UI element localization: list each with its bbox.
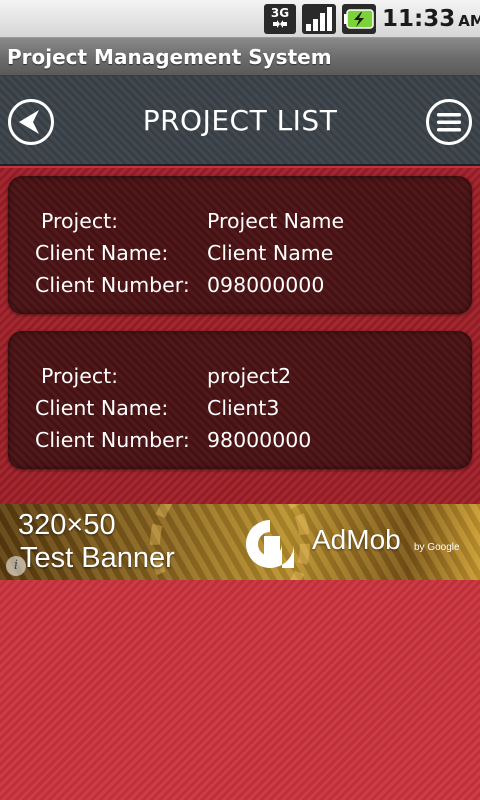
client-number-label: Client Number: (35, 273, 190, 297)
admob-logo-icon (246, 520, 294, 568)
signal-icon (302, 4, 336, 34)
clock-time: 11:33 (382, 6, 456, 32)
ad-test-banner-text: Test Banner (20, 542, 175, 574)
header-bar: PROJECT LIST (0, 76, 480, 166)
client-number-row: Client Number: 098000000 (8, 270, 472, 300)
ad-brand: AdMob (312, 524, 401, 555)
back-button[interactable] (8, 99, 54, 145)
project-label: Project: (41, 209, 119, 233)
app-title: Project Management System (7, 45, 332, 69)
client-name-label: Client Name: (35, 241, 169, 265)
menu-button[interactable] (426, 99, 472, 145)
app-title-bar: Project Management System (0, 38, 480, 76)
client-number-value: 98000000 (207, 428, 312, 452)
project-label: Project: (41, 364, 119, 388)
ad-by-google: by Google (414, 542, 460, 553)
project-value: project2 (207, 364, 292, 388)
client-name-value: Client Name (207, 241, 334, 265)
status-bar: 3G 11:33 AM (0, 0, 480, 38)
ad-size-text: 320×50 (18, 509, 116, 541)
project-row: Project: Project Name (8, 206, 472, 236)
client-name-row: Client Name: Client3 (8, 393, 472, 423)
battery-charging-icon (342, 4, 376, 34)
client-number-value: 098000000 (207, 273, 325, 297)
ad-info-icon[interactable]: i (6, 556, 26, 576)
project-card[interactable]: Project: project2 Client Name: Client3 C… (8, 331, 472, 469)
client-name-row: Client Name: Client Name (8, 238, 472, 268)
back-arrow-icon (19, 110, 39, 134)
client-number-label: Client Number: (35, 428, 190, 452)
network-label: 3G (271, 6, 289, 20)
clock: 11:33 AM (382, 4, 480, 34)
client-name-value: Client3 (207, 396, 280, 420)
network-3g-icon: 3G (264, 4, 296, 34)
project-row: Project: project2 (8, 361, 472, 391)
page-title: PROJECT LIST (142, 104, 338, 137)
ad-banner[interactable]: 320×50 Test Banner AdMob by Google i (0, 504, 480, 580)
client-number-row: Client Number: 98000000 (8, 425, 472, 455)
empty-background (0, 580, 480, 800)
project-value: Project Name (207, 209, 345, 233)
project-card[interactable]: Project: Project Name Client Name: Clien… (8, 176, 472, 314)
clock-ampm: AM (458, 12, 480, 30)
menu-icon (437, 113, 461, 132)
client-name-label: Client Name: (35, 396, 169, 420)
project-list: Project: Project Name Client Name: Clien… (0, 168, 480, 504)
